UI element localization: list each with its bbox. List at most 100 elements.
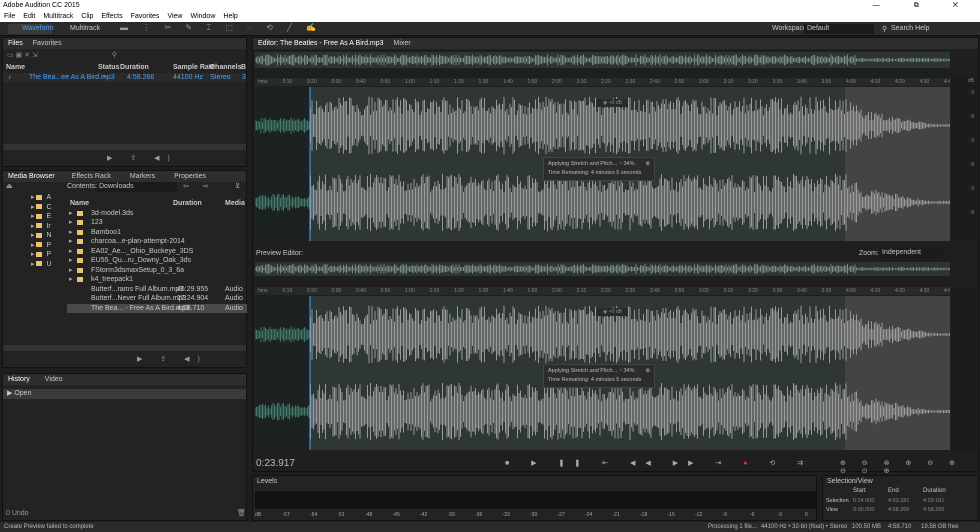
menu-clip[interactable]: Clip — [77, 12, 97, 22]
expand-icon[interactable]: ▸ — [69, 256, 73, 266]
expand-icon[interactable]: ▸ — [69, 247, 73, 257]
files-transport[interactable]: ▶ ⇪ ◀) — [107, 154, 178, 162]
media-scrollbar[interactable] — [3, 345, 246, 351]
tab-media-browser[interactable]: Media Browser — [3, 171, 60, 182]
tab-properties[interactable]: Properties — [160, 171, 211, 182]
sv-value[interactable]: 4:53.181 — [888, 497, 909, 507]
overview-strip[interactable] — [254, 52, 950, 68]
trash-icon[interactable]: 🗑 — [237, 509, 246, 517]
col-name[interactable]: Name — [6, 63, 25, 73]
expand-icon[interactable]: ▸ — [3, 251, 35, 258]
col-bits[interactable]: Bi — [241, 63, 246, 73]
tree-item[interactable]: ▸ U — [3, 260, 65, 270]
zoom-controls[interactable]: ⊕ ⊖ ⊗ ⊕ ⊖ ⊕ ⊖ ⊙ ⊕ — [840, 459, 978, 475]
menu-effects[interactable]: Effects — [97, 12, 126, 22]
files-scrollbar[interactable] — [3, 144, 246, 150]
search-help[interactable]: Search Help — [891, 25, 930, 32]
media-row[interactable]: ▸ 123 — [67, 218, 247, 228]
menu-view[interactable]: View — [163, 12, 186, 22]
col-media-name[interactable]: Name — [70, 199, 89, 209]
filter-icon[interactable]: ⊻ — [235, 182, 240, 192]
media-transport[interactable]: ▶ ⇪ ◀) — [137, 355, 208, 363]
tree-item[interactable]: ▸ C — [3, 203, 65, 213]
tree-item[interactable]: ▸ N — [3, 231, 65, 241]
media-row[interactable]: Butterf...Never Full Album.mp3 27:24.904 A… — [67, 294, 247, 304]
close-icon[interactable]: ⊗ — [645, 160, 650, 169]
preview-ruler[interactable]: hms 0:10 0:20 0:30 0:40 0:50 1:00 1:10 1:20 1:30 1… — [255, 287, 950, 295]
media-row[interactable]: ▸ k4_treepack1 — [67, 275, 247, 285]
menu-multitrack[interactable]: Multitrack — [39, 12, 77, 22]
record-icon[interactable]: ● — [743, 460, 757, 467]
sv-value[interactable]: 4:58.266 — [888, 506, 909, 516]
media-row[interactable]: Butterf...rams Full Album.mp3 46:29.955 Au… — [67, 285, 247, 295]
col-rate[interactable]: Sample Rate — [173, 63, 215, 73]
media-row[interactable]: ▸ EU55_Qu...ru_Downy_Oak_3ds — [67, 256, 247, 266]
tool-icons[interactable]: ▬ ⋮ ✂ ✎ ⌶ ⬚ ◌ ⟲ ╱ ✍ — [120, 23, 322, 33]
col-media-duration[interactable]: Duration — [173, 199, 202, 209]
sv-value[interactable]: 0:00.000 — [853, 506, 874, 516]
media-row[interactable]: ▸ EA02_Ae..._Ohio_Buckeye_3DS — [67, 247, 247, 257]
col-channels[interactable]: Channels — [210, 63, 242, 73]
media-row[interactable]: ▸ Bamboo1 — [67, 228, 247, 238]
expand-icon[interactable]: ▸ — [3, 204, 35, 211]
tab-mixer[interactable]: Mixer — [389, 38, 416, 49]
zoom-select[interactable]: Independent — [879, 248, 943, 258]
tab-files[interactable]: Files — [3, 38, 28, 49]
waveform-button[interactable]: Waveform — [8, 24, 54, 34]
window-controls[interactable]: — ⧉ ✕ — [873, 0, 974, 12]
media-row[interactable]: ▸ FStorm3dsmaxSetup_0_3_6a — [67, 266, 247, 276]
tab-effects-rack[interactable]: Effects Rack — [60, 171, 116, 182]
contents-select[interactable]: Downloads — [97, 182, 177, 192]
menu-window[interactable]: Window — [186, 12, 219, 22]
media-row[interactable]: The Bea... - Free As A Bird.mp3 4:58.710 A… — [67, 303, 247, 313]
menu-edit[interactable]: Edit — [19, 12, 39, 22]
expand-icon[interactable]: ▸ — [3, 223, 35, 230]
expand-icon[interactable]: ▸ — [3, 232, 35, 239]
expand-icon[interactable]: ▸ — [3, 213, 35, 220]
main-waveform[interactable]: Applying Stretch and Pitch... ◔ 34% ⊗ Ti… — [254, 87, 950, 241]
expand-icon[interactable]: ▸ — [69, 275, 73, 285]
col-duration[interactable]: Duration — [120, 63, 149, 73]
media-row[interactable]: ▸ charcoa...e-plan-attempt-2014 — [67, 237, 247, 247]
expand-icon[interactable]: ▸ — [3, 261, 35, 268]
preview-overview[interactable] — [254, 262, 950, 276]
workspace-select[interactable]: Default — [804, 24, 874, 34]
files-toolbar[interactable]: ▭ ▣ ✕ ⇲ ⚲ — [3, 49, 246, 63]
media-row[interactable]: ▸ 3d-model.3ds — [67, 209, 247, 219]
tree-item[interactable]: ▸ Ir — [3, 222, 65, 232]
preview-gain-hud[interactable]: ◉ +0 dB — [597, 308, 628, 316]
expand-icon[interactable]: ▸ — [69, 266, 73, 276]
tab-favorites[interactable]: Favorites — [28, 38, 67, 49]
menu-favorites[interactable]: Favorites — [127, 12, 164, 22]
transport-controls[interactable]: ■ ▶ ❚❚ ⇤ ◀◀ ▶▶ ⇥ ● ⟲ ⇉ — [505, 459, 813, 467]
col-status[interactable]: Status — [98, 63, 119, 73]
expand-icon[interactable]: ▸ — [3, 194, 35, 201]
gain-hud[interactable]: ◉ +0 dB — [597, 99, 628, 107]
search-icon[interactable]: ⚲ — [882, 25, 887, 33]
expand-icon[interactable]: ▸ — [69, 218, 73, 228]
drive-icon[interactable]: ⏏ — [6, 182, 13, 192]
preview-waveform[interactable]: Applying Stretch and Pitch... ◔ 34% ⊗ Ti… — [254, 296, 950, 450]
tab-markers[interactable]: Markers — [116, 171, 160, 182]
multitrack-button[interactable]: Multitrack — [56, 24, 100, 34]
tab-video[interactable]: Video — [35, 374, 68, 385]
expand-icon[interactable]: ▸ — [69, 237, 73, 247]
tab-history[interactable]: History — [3, 374, 35, 385]
expand-icon[interactable]: ▸ — [3, 242, 35, 249]
time-ruler[interactable]: hms 0:10 0:20 0:30 0:40 0:50 1:00 1:10 1:20 1:30 1… — [255, 78, 950, 86]
close-icon[interactable]: ⊗ — [645, 367, 650, 376]
menu-help[interactable]: Help — [219, 12, 241, 22]
tree-item[interactable]: ▸ A — [3, 193, 65, 203]
tree-item[interactable]: ▸ E — [3, 212, 65, 222]
col-media-type[interactable]: Media Ty — [225, 199, 247, 209]
menu-file[interactable]: File — [0, 12, 19, 22]
history-item[interactable]: ▶ Open — [3, 389, 246, 399]
tree-item[interactable]: ▸ P — [3, 250, 65, 260]
expand-icon[interactable]: ▸ — [69, 228, 73, 238]
tab-editor[interactable]: Editor: The Beatles - Free As A Bird.mp3 — [253, 38, 389, 49]
sv-value[interactable]: 4:58.266 — [923, 506, 944, 516]
sv-value[interactable]: 4:29.181 — [923, 497, 944, 507]
file-row[interactable]: ♪ The Bea...ee As A Bird.mp3 ◔ 4:58.266 … — [3, 72, 246, 82]
nav-icons[interactable]: ⇦ ⇨ — [183, 182, 215, 192]
sv-value[interactable]: 0:24.000 — [853, 497, 874, 507]
